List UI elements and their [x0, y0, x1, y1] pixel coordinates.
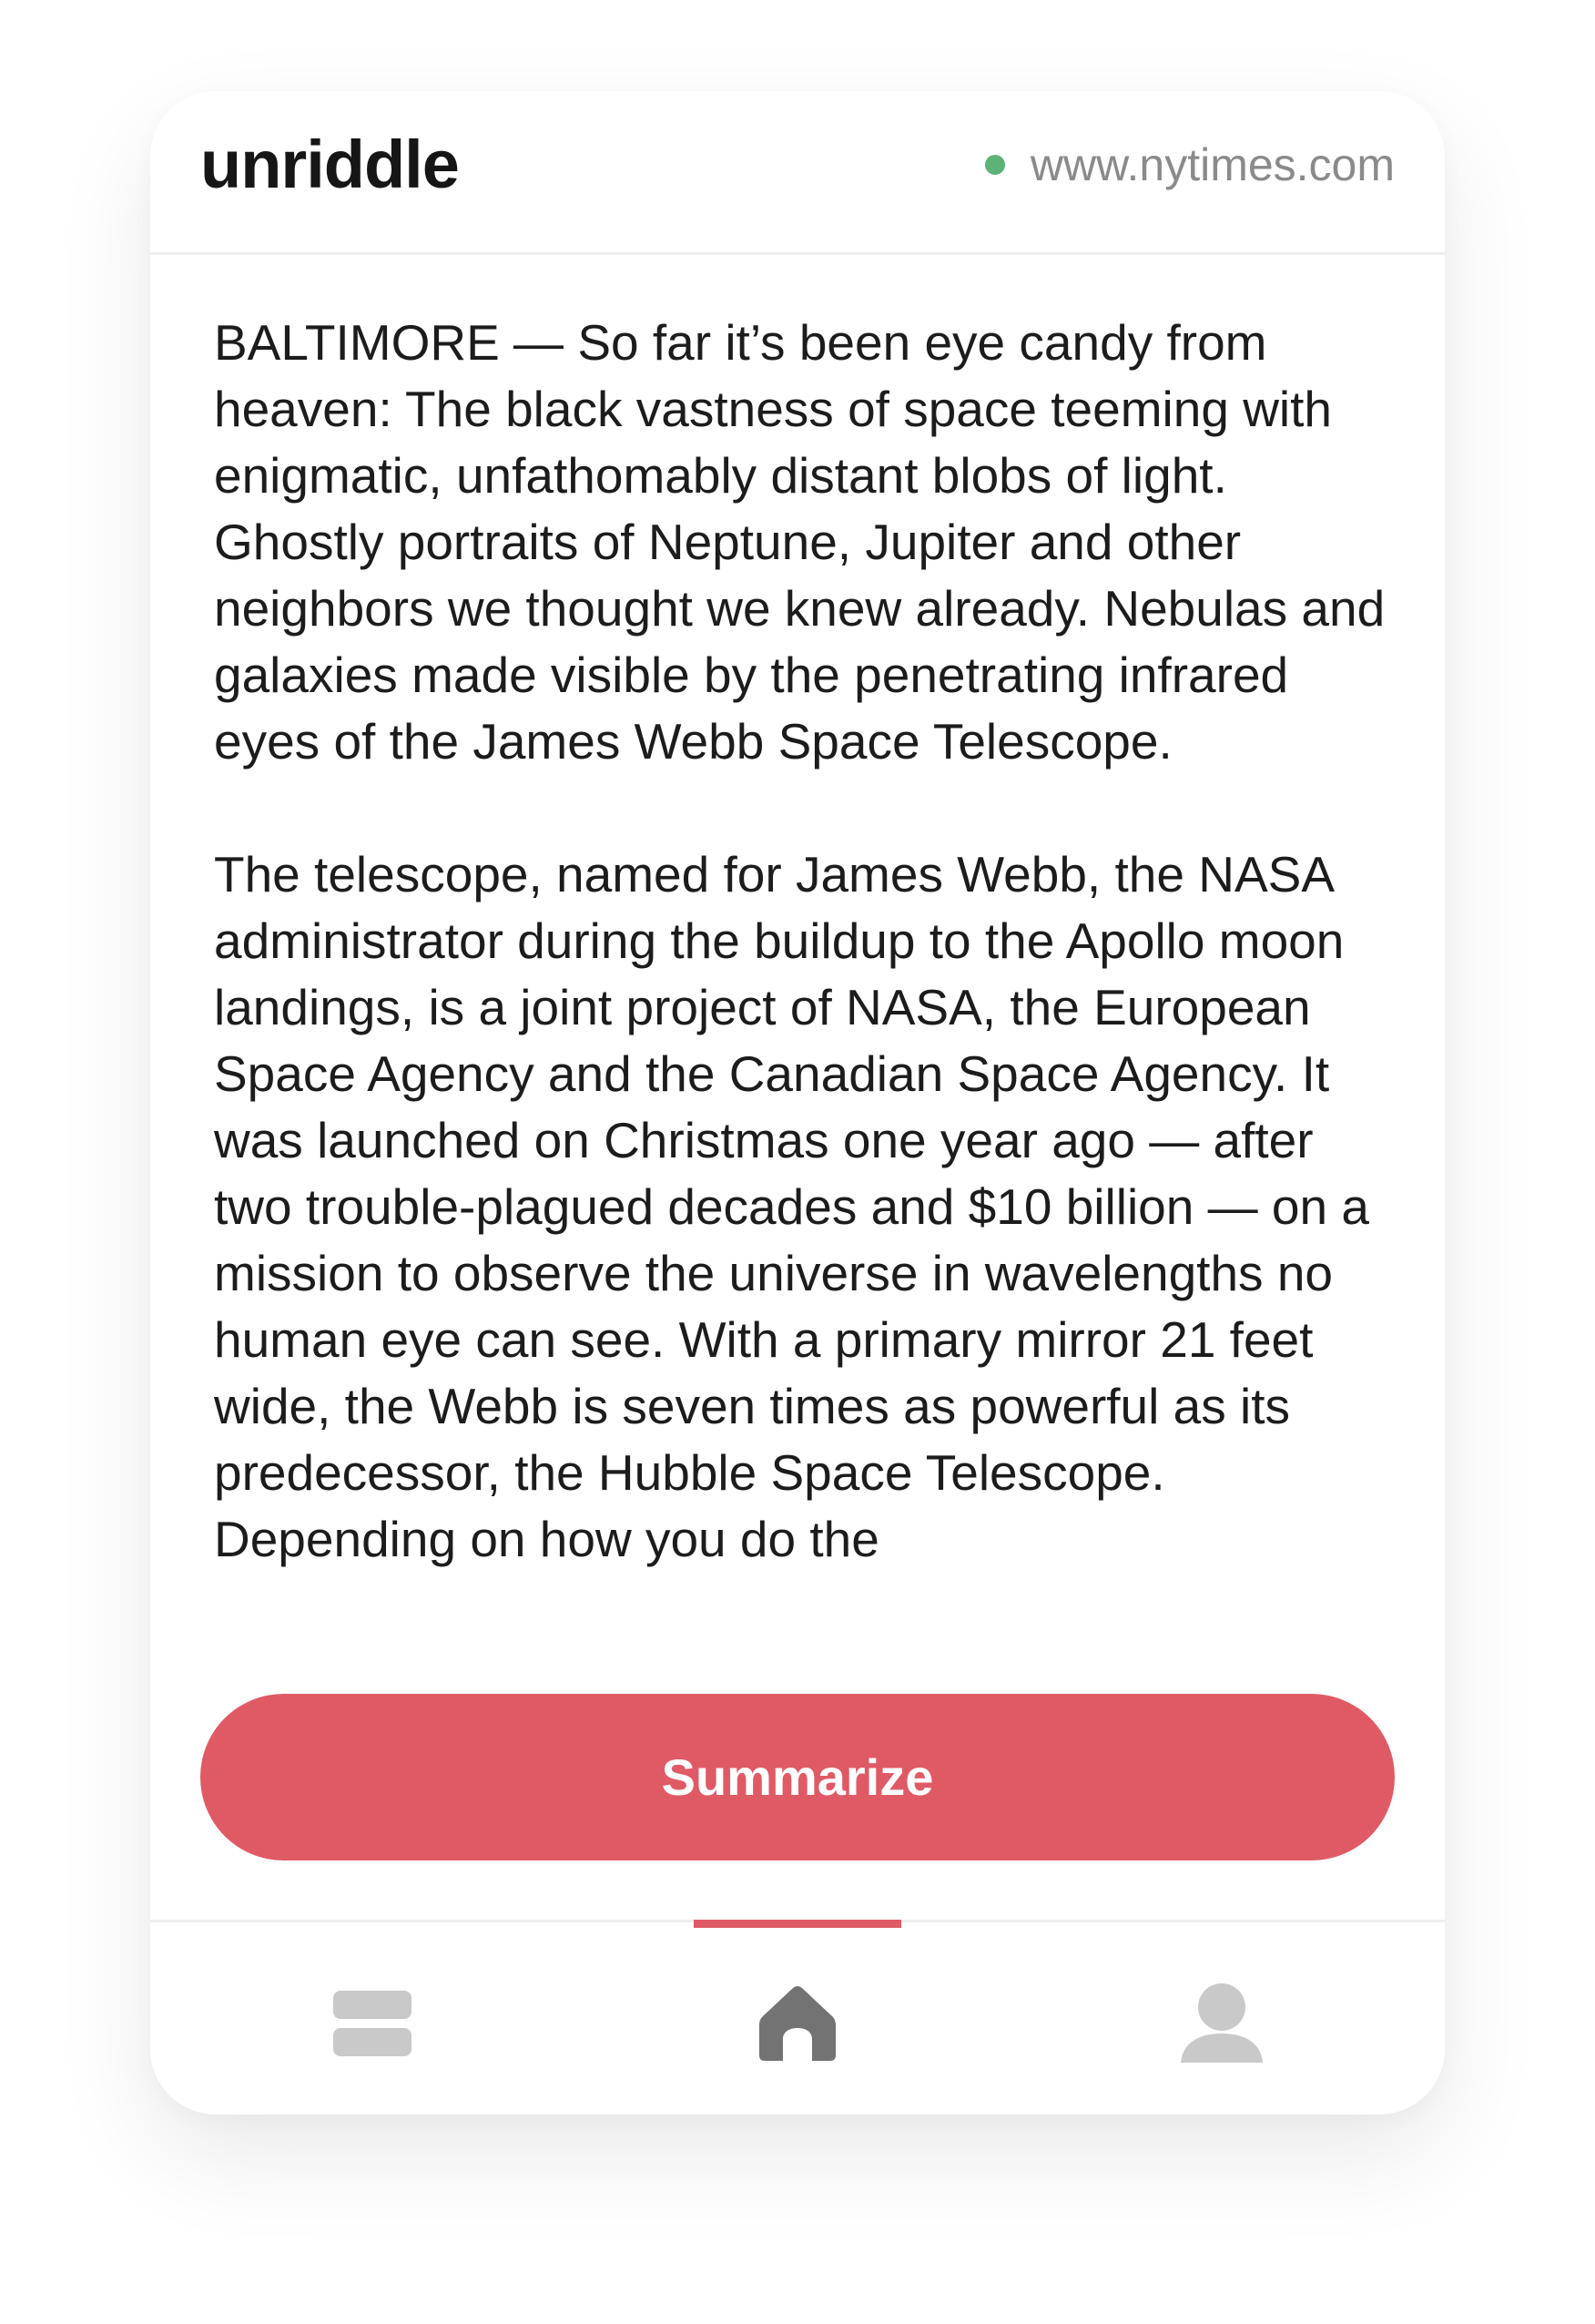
- status-dot: [984, 155, 1005, 175]
- site-url: www.nytimes.com: [1030, 139, 1395, 190]
- tab-cards[interactable]: [237, 1922, 510, 2115]
- header: unriddle www.nytimes.com: [150, 91, 1445, 255]
- site-indicator: www.nytimes.com: [984, 138, 1395, 191]
- tab-profile[interactable]: [1085, 1922, 1358, 2115]
- tab-bar: [150, 1920, 1445, 2115]
- profile-icon: [1181, 1983, 1263, 2063]
- summarize-button[interactable]: Summarize: [200, 1694, 1395, 1860]
- article-paragraph: BALTIMORE — So far it’s been eye candy f…: [214, 314, 1386, 770]
- article-paragraph: The telescope, named for James Webb, the…: [214, 846, 1369, 1567]
- home-icon: [759, 1986, 836, 2061]
- app-card: unriddle www.nytimes.com BALTIMORE — So …: [150, 91, 1445, 2115]
- app-name: unriddle: [200, 127, 460, 202]
- article-text: BALTIMORE — So far it’s been eye candy f…: [214, 310, 1388, 1776]
- tab-home[interactable]: [661, 1922, 934, 2115]
- cards-icon: [333, 1991, 411, 2056]
